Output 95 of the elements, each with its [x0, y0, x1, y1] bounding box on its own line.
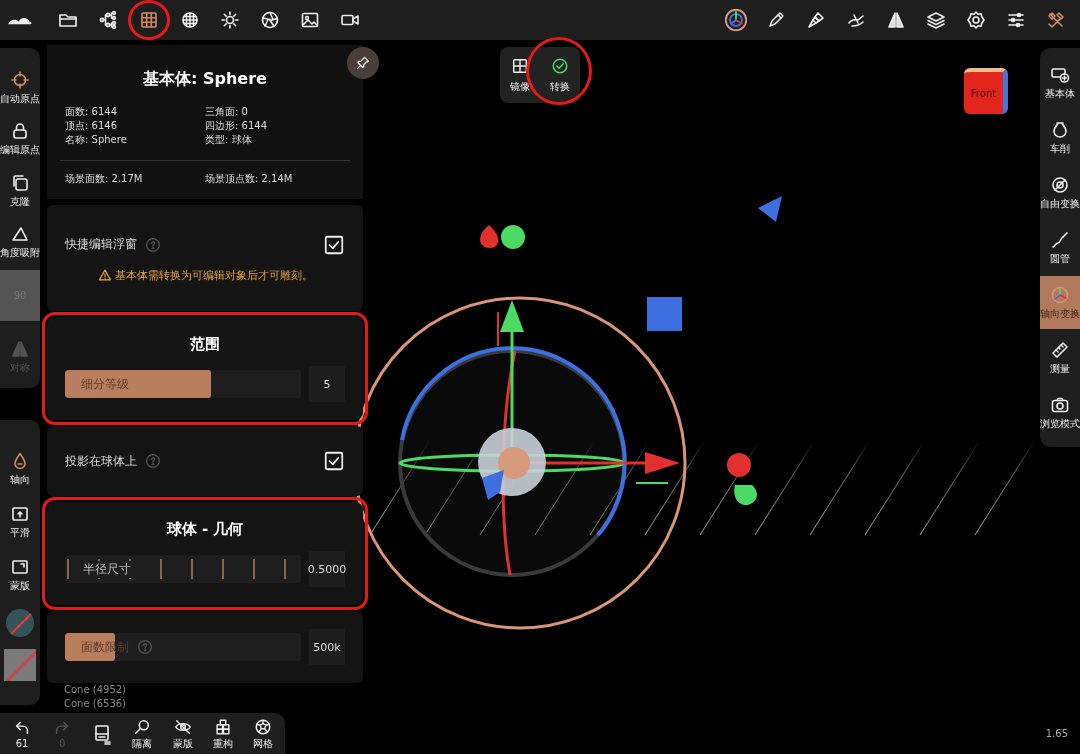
split-grid-icon: [511, 56, 529, 75]
slider-label: 细分等级: [81, 375, 129, 393]
toolbar-button[interactable]: 蒙版: [165, 717, 200, 750]
sliders-icon: [1006, 10, 1026, 30]
tools-icon: [1046, 10, 1066, 30]
search-icon: [133, 717, 152, 736]
pen-icon: [766, 10, 786, 30]
primitive-icon: [1050, 65, 1070, 85]
brush-icon: [806, 10, 826, 30]
tool-label: 轴向: [10, 474, 30, 486]
value-field[interactable]: 500k: [309, 629, 345, 665]
warning-text: 基本体需转换为可编辑对象后才可雕刻。: [114, 267, 313, 283]
tool-label: 车削: [1050, 143, 1070, 155]
tool-label: 圆管: [1050, 253, 1070, 265]
no-entry-icon: [1050, 175, 1070, 195]
tool-label: 蒙版: [10, 580, 30, 592]
checkbox-checked-icon: [323, 233, 345, 256]
stat-text: 名称: Sphere: [65, 134, 128, 146]
section-title: 球体 - 几何: [165, 520, 245, 539]
tool-button[interactable]: 自动原点: [0, 62, 40, 114]
stat-text: 顶点: 6146: [65, 120, 118, 132]
tool-label: 编辑原点: [0, 144, 40, 157]
option-label: 快捷编辑浮窗: [65, 236, 137, 253]
tool-label: 轴向变换: [1040, 308, 1080, 320]
camera-icon: [1050, 395, 1070, 415]
stat-text: 三角面: 0: [205, 106, 249, 118]
ruler-icon: [1050, 340, 1070, 360]
checkbox[interactable]: [323, 450, 345, 472]
toolbar-button[interactable]: 隔离: [125, 717, 160, 750]
scene-list-item[interactable]: Cone (4952): [64, 683, 127, 697]
tool-button[interactable]: 轴向变换: [1040, 276, 1080, 329]
tool-label: 平滑: [10, 527, 30, 539]
toolbar-button[interactable]: 重构: [205, 717, 240, 750]
tool-label: 浏览模式: [1040, 418, 1080, 430]
color-swatch[interactable]: [6, 609, 34, 637]
tool-label: 测量: [1050, 363, 1070, 375]
tool-button[interactable]: 圆管: [1040, 221, 1080, 274]
tool-label: 自动原点: [0, 93, 40, 106]
axis-gizmo-icon: [1050, 285, 1070, 305]
settings-icon: [966, 10, 986, 30]
curve-icon: [1050, 230, 1070, 250]
tool-button[interactable]: 浏览模式: [1040, 386, 1080, 439]
tool-button[interactable]: 编辑原点: [0, 113, 40, 165]
check-circle-icon: [551, 56, 569, 75]
tool-button[interactable]: 蒙版: [0, 548, 40, 601]
value-field[interactable]: 5: [309, 366, 345, 402]
tool-button[interactable]: 测量: [1040, 331, 1080, 384]
tool-button[interactable]: 轴向: [0, 442, 40, 495]
scene-list-item[interactable]: Cone (6536): [64, 697, 127, 711]
option-label: 投影在球体上: [65, 452, 137, 470]
tool-button[interactable]: 自由变换: [1040, 166, 1080, 219]
eye-slash-icon: [173, 717, 192, 736]
stat-text: 场景顶点数: 2.14M: [205, 173, 294, 185]
toolbar-button[interactable]: 61: [5, 717, 40, 750]
mirror-icon: [886, 10, 906, 30]
triangle-handle[interactable]: [758, 196, 782, 222]
tool-label: 克隆: [10, 195, 30, 208]
toolbar-button[interactable]: 网格: [245, 717, 280, 750]
cubes-icon: [213, 717, 232, 736]
vase-icon: [1050, 120, 1070, 140]
stat-text: 场景面数: 2.17M: [65, 173, 144, 185]
tool-button[interactable]: 角度吸附: [0, 216, 40, 268]
panel-title: 基本体: Sphere: [143, 69, 267, 90]
stat-text: 类型: 球体: [205, 134, 253, 146]
layers-icon: [926, 10, 946, 30]
sphere-handle[interactable]: [501, 225, 525, 249]
toolbar-button[interactable]: [128, 0, 170, 40]
version-text: 1.65: [1045, 728, 1068, 739]
tool-label: 自由变换: [1040, 198, 1080, 210]
value-field[interactable]: 0.5000: [309, 551, 345, 587]
sphere-handle[interactable]: [727, 453, 751, 477]
material-swatch[interactable]: [4, 649, 36, 681]
drop-handle[interactable]: [734, 485, 757, 506]
warning-icon: [97, 268, 112, 282]
checkbox-checked-icon: [323, 450, 345, 472]
checkbox[interactable]: [323, 233, 345, 256]
tool-button[interactable]: 平滑: [0, 495, 40, 548]
tool-label: 角度吸附: [0, 247, 40, 260]
square-handle[interactable]: [647, 297, 682, 331]
action-button[interactable]: 转换: [540, 47, 580, 103]
slider-label: 半径尺寸: [83, 560, 131, 578]
gizmo-icon: [724, 8, 748, 32]
tool-label: 基本体: [1045, 88, 1075, 100]
action-button[interactable]: 镜像: [500, 47, 540, 103]
tool-button[interactable]: 车削: [1040, 111, 1080, 164]
stat-text: 四边形: 6144: [205, 120, 268, 132]
slider[interactable]: 半径尺寸: [65, 555, 301, 583]
drop-handle[interactable]: [480, 225, 499, 248]
stat-text: 面数: 6144: [65, 106, 118, 118]
pin-icon: [355, 55, 371, 71]
section-title: 范围: [189, 335, 221, 354]
tool-button[interactable]: 克隆: [0, 164, 40, 216]
ball-icon: [253, 717, 272, 736]
pin-button[interactable]: [347, 47, 379, 79]
tool-button[interactable]: 基本体: [1040, 56, 1080, 109]
